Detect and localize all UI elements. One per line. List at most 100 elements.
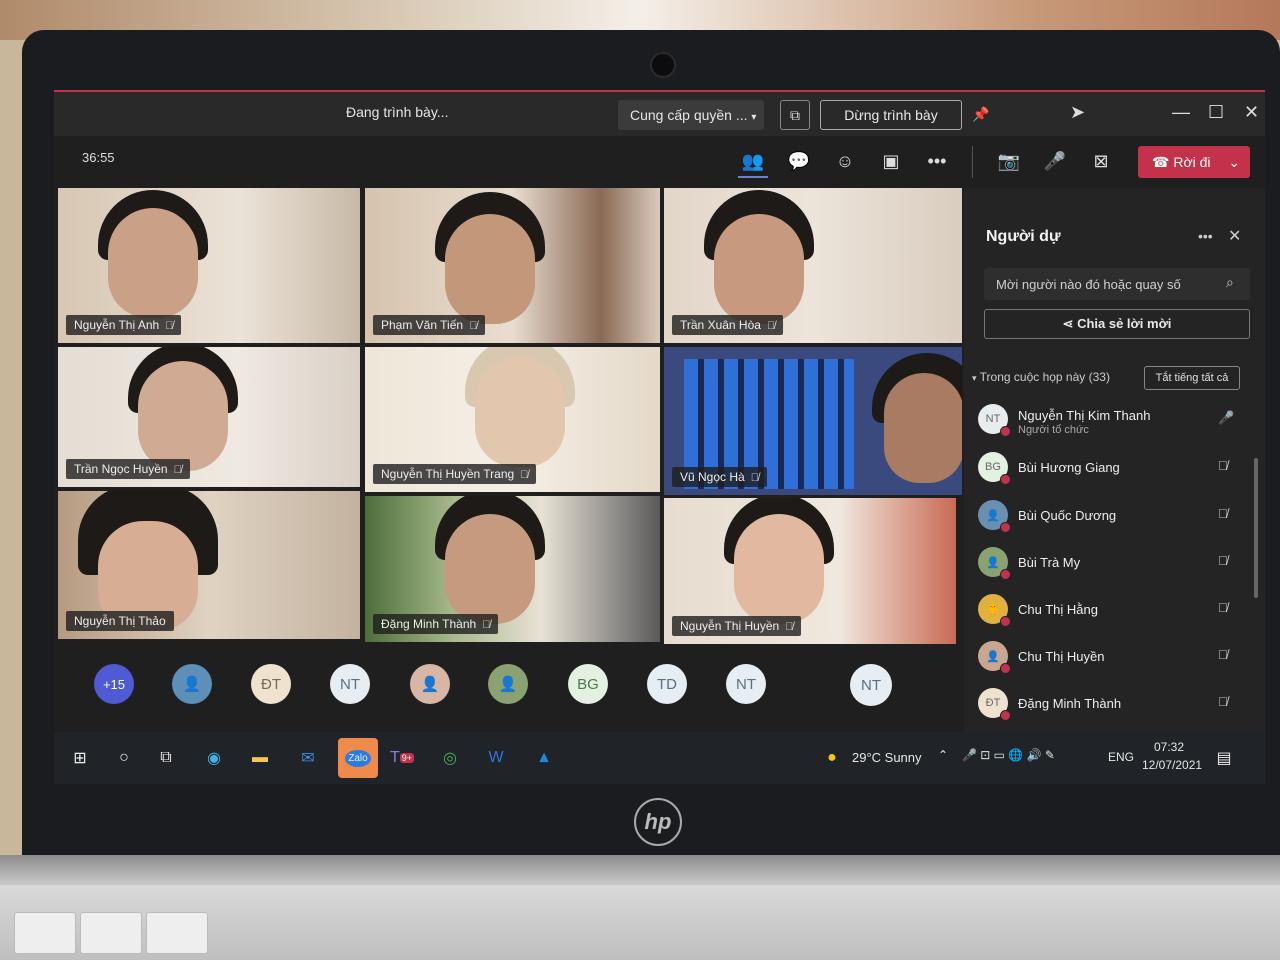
- grant-control-label: Cung cấp quyền ...: [630, 107, 748, 123]
- maximize-icon[interactable]: ☐: [1208, 102, 1224, 123]
- chat-icon[interactable]: 💬: [784, 146, 814, 176]
- participant-avatar[interactable]: NT: [850, 664, 892, 706]
- grant-control-button[interactable]: Cung cấp quyền ... ▾: [618, 100, 764, 130]
- camera-off-icon[interactable]: 📷: [994, 146, 1024, 176]
- participant-avatar[interactable]: 👤: [410, 664, 450, 704]
- status-badge: [1000, 474, 1011, 485]
- participant-name: Bùi Trà My: [1018, 555, 1081, 570]
- keyboard-key: [14, 912, 76, 954]
- participants-icon[interactable]: 👥: [738, 146, 768, 178]
- language-indicator[interactable]: ENG: [1108, 750, 1134, 764]
- search-input[interactable]: [984, 268, 1250, 300]
- person-face: [138, 361, 228, 471]
- mic-off-icon[interactable]: 🎙̸: [1218, 458, 1228, 473]
- participant-row[interactable]: NT Nguyễn Thị Kim Thanh Người tổ chức 🎤: [978, 400, 1248, 440]
- participant-avatar[interactable]: 👤: [488, 664, 528, 704]
- clock-date[interactable]: 12/07/2021: [1142, 758, 1202, 772]
- teams-app-icon[interactable]: T 9+: [390, 746, 415, 770]
- tray-expand-icon[interactable]: ⌃: [938, 748, 948, 762]
- stop-presenting-button[interactable]: Dừng trình bày: [820, 100, 962, 130]
- word-app-icon[interactable]: W: [484, 746, 508, 770]
- participant-role: Người tổ chức: [1018, 424, 1089, 436]
- mic-off-icon[interactable]: 🎙̸: [1218, 600, 1228, 615]
- chevron-down-icon[interactable]: ⌄: [1228, 154, 1240, 170]
- tray-icons[interactable]: 🎤 ⊡ ▭ 🌐 🔊 ✎: [962, 748, 1055, 762]
- minimize-icon[interactable]: —: [1172, 102, 1190, 123]
- video-tile[interactable]: Phạm Văn Tiến 🎙̸: [365, 188, 660, 343]
- rooms-icon[interactable]: ▣: [876, 146, 906, 176]
- participant-avatar[interactable]: NT: [330, 664, 370, 704]
- video-tile[interactable]: Đặng Minh Thành 🎙̸: [365, 496, 660, 642]
- share-invite-button[interactable]: ⋖ Chia sẻ lời mời: [984, 309, 1250, 339]
- mic-off-icon: 🎙̸: [750, 472, 759, 484]
- participant-avatar[interactable]: NT: [726, 664, 766, 704]
- photos-app-icon[interactable]: ▲: [532, 746, 556, 770]
- participant-row[interactable]: 👤 Chu Thị Huyền 🎙̸: [978, 637, 1248, 677]
- participant-row[interactable]: 👤 Bùi Trà My 🎙̸: [978, 543, 1248, 583]
- section-header[interactable]: ▾ Trong cuộc họp này (33): [972, 370, 1110, 384]
- participant-avatar[interactable]: TD: [647, 664, 687, 704]
- participant-row[interactable]: 🐥 Chu Thị Hằng 🎙̸: [978, 590, 1248, 630]
- participant-avatar[interactable]: ĐT: [251, 664, 291, 704]
- video-tile[interactable]: Trần Ngọc Huyền 🎙̸: [58, 347, 360, 487]
- video-tile[interactable]: Nguyễn Thị Anh 🎙̸: [58, 188, 360, 343]
- video-tile[interactable]: Nguyễn Thị Huyền 🎙̸: [664, 498, 956, 644]
- participant-name: Nguyễn Thị Kim Thanh: [1018, 408, 1151, 423]
- participant-row[interactable]: 👤 Bùi Quốc Dương 🎙̸: [978, 496, 1248, 536]
- tile-name-badge: Phạm Văn Tiến 🎙̸: [373, 315, 486, 335]
- microphone-icon[interactable]: 🎤: [1040, 146, 1070, 176]
- more-participants-badge[interactable]: +15: [94, 664, 134, 704]
- more-options-icon[interactable]: •••: [1198, 228, 1213, 244]
- video-tile[interactable]: Nguyễn Thị Huyền Trang 🎙̸: [365, 347, 660, 492]
- participant-row[interactable]: ĐT Đặng Minh Thành 🎙̸: [978, 684, 1248, 724]
- participant-avatar[interactable]: BG: [568, 664, 608, 704]
- tile-name: Vũ Ngọc Hà: [680, 470, 745, 484]
- tile-name-badge: Đặng Minh Thành 🎙̸: [373, 614, 499, 634]
- pin-icon[interactable]: 📌: [972, 106, 989, 123]
- camtasia-icon[interactable]: ◎: [438, 746, 462, 770]
- leave-button[interactable]: ☎ Rời đi ⌄: [1138, 146, 1250, 178]
- participants-panel: Người dự ••• ✕ ⌕ ⋖ Chia sẻ lời mời ▾ Tro…: [964, 188, 1265, 732]
- weather-sun-icon: ●: [827, 749, 837, 766]
- edge-browser-icon[interactable]: ◉: [202, 746, 226, 770]
- notification-badge: 9+: [399, 753, 415, 763]
- weather-text[interactable]: 29°C Sunny: [852, 750, 922, 765]
- video-tile[interactable]: Nguyễn Thị Thảo: [58, 491, 360, 639]
- windows-start-icon[interactable]: ⊞: [68, 746, 92, 770]
- notification-center-icon[interactable]: ▤: [1212, 746, 1236, 770]
- microphone-icon[interactable]: 🎤: [1218, 410, 1234, 426]
- mic-off-icon: 🎙̸: [766, 320, 776, 332]
- mute-all-button[interactable]: Tắt tiếng tất cả: [1144, 366, 1240, 390]
- user-photo-icon: 👤: [498, 676, 518, 693]
- status-badge: [1000, 426, 1011, 437]
- mic-off-icon[interactable]: 🎙̸: [1218, 647, 1228, 662]
- mic-off-icon[interactable]: 🎙̸: [1218, 506, 1228, 521]
- person-face: [445, 214, 535, 324]
- user-photo-icon: 👤: [986, 556, 1000, 569]
- search-icon: ⌕: [1226, 274, 1234, 290]
- participant-row[interactable]: BG Bùi Hương Giang 🎙̸: [978, 448, 1248, 488]
- close-icon[interactable]: ✕: [1228, 226, 1241, 246]
- mic-off-icon[interactable]: 🎙̸: [1218, 694, 1228, 709]
- person-face: [714, 214, 804, 324]
- zalo-app-icon[interactable]: Zalo: [338, 738, 378, 778]
- clock-time[interactable]: 07:32: [1154, 740, 1184, 754]
- mic-off-icon[interactable]: 🎙̸: [1218, 553, 1228, 568]
- more-options-icon[interactable]: •••: [922, 146, 952, 176]
- screen-share-icon[interactable]: ⧉: [780, 100, 810, 130]
- task-view-icon[interactable]: ⧉: [154, 746, 178, 770]
- participant-name: Bùi Hương Giang: [1018, 460, 1120, 475]
- video-tile[interactable]: Vũ Ngọc Hà 🎙̸: [664, 347, 962, 495]
- tile-name-badge: Nguyễn Thị Anh 🎙̸: [66, 315, 182, 335]
- search-icon[interactable]: ○: [112, 746, 136, 770]
- reactions-icon[interactable]: ☺: [830, 146, 860, 176]
- share-content-icon[interactable]: ⊠: [1086, 146, 1116, 176]
- participant-avatar[interactable]: 👤: [172, 664, 212, 704]
- phone-icon: ☎: [1152, 153, 1170, 170]
- user-photo-icon: 👤: [986, 509, 1000, 522]
- file-explorer-icon[interactable]: ▬: [248, 746, 272, 770]
- video-tile[interactable]: Trần Xuân Hòa 🎙̸: [664, 188, 962, 343]
- close-icon[interactable]: ✕: [1244, 102, 1259, 123]
- scrollbar[interactable]: [1254, 458, 1258, 598]
- mail-icon[interactable]: ✉: [296, 746, 320, 770]
